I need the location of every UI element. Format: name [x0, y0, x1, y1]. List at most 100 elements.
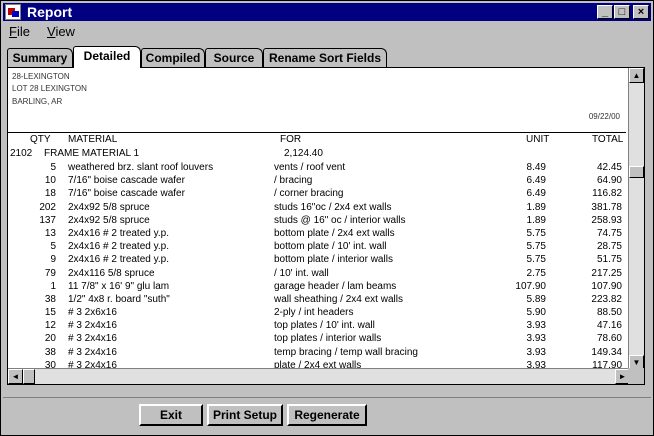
tab-rename-sort-fields[interactable]: Rename Sort Fields: [263, 48, 387, 67]
table-row: 38 # 3 2x4x16 temp bracing / temp wall bra…: [8, 347, 626, 360]
cell-unit: 107.90: [515, 280, 546, 292]
cell-material: # 3 2x4x16: [68, 346, 117, 358]
cell-total: 47.16: [596, 320, 622, 332]
cell-material: weathered brz. slant roof louvers: [68, 162, 214, 173]
cell-material: 2x4x16 # 2 treated y.p.: [68, 241, 169, 253]
cell-qty: 137: [39, 214, 56, 226]
cell-for: temp bracing / temp wall bracing: [274, 346, 418, 358]
table-row: 15 # 3 2x6x16 2-ply / int headers 5.90 88.50: [8, 307, 626, 320]
cell-material: 2x4x92 5/8 spruce: [68, 214, 150, 226]
menu-bar: File View: [3, 22, 651, 40]
cell-for: / corner bracing: [274, 188, 344, 200]
cell-total: 64.90: [596, 175, 622, 187]
tab-summary[interactable]: Summary: [7, 48, 73, 67]
scroll-left-icon[interactable]: ◄: [8, 369, 23, 384]
cell-for: bottom plate / 10' int. wall: [274, 241, 387, 253]
menu-view[interactable]: View: [47, 24, 75, 39]
section-amount: 2,124.40: [284, 148, 323, 159]
report-panel: 28-LEXINGTON LOT 28 LEXINGTON BARLING, A…: [7, 67, 645, 385]
cell-for: garage header / lam beams: [274, 280, 397, 292]
close-button[interactable]: ×: [633, 5, 649, 19]
regenerate-button[interactable]: Regenerate: [287, 404, 367, 426]
button-bar: Exit Print Setup Regenerate: [3, 397, 651, 432]
horizontal-scrollbar[interactable]: ◄ ►: [8, 368, 630, 384]
cell-unit: 3.93: [526, 346, 546, 358]
print-setup-button[interactable]: Print Setup: [207, 404, 283, 426]
cell-qty: 15: [44, 307, 56, 319]
cell-unit: 8.49: [526, 162, 546, 173]
cell-qty: 1: [50, 280, 56, 292]
header-divider: [8, 132, 626, 133]
cell-material: 2x4x16 # 2 treated y.p.: [68, 227, 169, 239]
cell-total: 28.75: [596, 241, 622, 253]
vertical-scroll-thumb[interactable]: [629, 166, 644, 178]
cell-material: # 3 2x4x16: [68, 333, 117, 345]
minimize-button[interactable]: _: [597, 5, 613, 19]
cell-qty: 202: [39, 201, 56, 213]
cell-qty: 20: [44, 333, 56, 345]
cell-for: / bracing: [274, 175, 313, 187]
col-total: TOTAL: [592, 134, 624, 145]
window-title: Report: [27, 4, 73, 20]
table-row: 202 2x4x92 5/8 spruce studs 16"oc / 2x4 ex…: [8, 202, 626, 215]
cell-unit: 1.89: [526, 201, 546, 213]
header-line-1: 28-LEXINGTON: [12, 72, 70, 81]
cell-total: 258.93: [591, 214, 622, 226]
cell-for: bottom plate / interior walls: [274, 254, 393, 266]
cell-for: top plates / interior walls: [274, 333, 382, 345]
cell-qty: 5: [50, 241, 56, 253]
maximize-button[interactable]: □: [614, 5, 630, 19]
cell-total: 149.34: [591, 346, 622, 358]
cell-material: 7/16" boise cascade wafer: [68, 188, 185, 200]
cell-material: 7/16" boise cascade wafer: [68, 175, 185, 187]
table-row: 38 1/2" 4x8 r. board "suth" wall sheathing…: [8, 294, 626, 307]
table-row: 12 # 3 2x4x16 top plates / 10' int. wall 3.…: [8, 320, 626, 333]
cell-for: 2-ply / int headers: [274, 307, 354, 319]
cell-unit: 3.93: [526, 333, 546, 345]
cell-total: 88.50: [596, 307, 622, 319]
header-line-3: BARLING, AR: [12, 97, 63, 106]
cell-qty: 38: [44, 346, 56, 358]
table-row: 5 2x4x16 # 2 treated y.p. bottom plate / 1…: [8, 241, 626, 254]
table-row: 137 2x4x92 5/8 spruce studs @ 16" oc / int…: [8, 215, 626, 228]
title-bar[interactable]: Report _ □ ×: [3, 3, 651, 21]
report-rows: 5 weathered brz. slant roof louvers vents …: [8, 162, 626, 373]
cell-qty: 13: [44, 227, 56, 239]
cell-total: 42.45: [596, 162, 622, 173]
cell-for: / 10' int. wall: [274, 267, 329, 279]
cell-total: 217.25: [591, 267, 622, 279]
cell-unit: 5.90: [526, 307, 546, 319]
tab-compiled[interactable]: Compiled: [141, 48, 205, 67]
tab-detailed[interactable]: Detailed: [73, 46, 141, 68]
cell-total: 107.90: [591, 280, 622, 292]
cell-for: studs 16"oc / 2x4 ext walls: [274, 201, 392, 213]
exit-button[interactable]: Exit: [139, 404, 203, 426]
cell-qty: 18: [44, 188, 56, 200]
menu-file[interactable]: File: [9, 24, 30, 39]
cell-unit: 2.75: [526, 267, 546, 279]
cell-material: 11 7/8" x 16' 9" glu lam: [68, 280, 170, 292]
vertical-scrollbar[interactable]: ▲ ▼: [628, 68, 644, 370]
tab-source[interactable]: Source: [205, 48, 263, 67]
scroll-up-icon[interactable]: ▲: [629, 68, 644, 83]
cell-qty: 9: [50, 254, 56, 266]
cell-qty: 38: [44, 293, 56, 305]
cell-total: 51.75: [596, 254, 622, 266]
cell-for: studs @ 16" oc / interior walls: [274, 214, 406, 226]
cell-unit: 5.89: [526, 293, 546, 305]
horizontal-scroll-thumb[interactable]: [23, 369, 35, 384]
report-window: Report _ □ × File View Summary Detailed …: [0, 0, 654, 436]
app-icon[interactable]: [5, 4, 21, 20]
cell-qty: 5: [50, 162, 56, 173]
cell-qty: 12: [44, 320, 56, 332]
section-name: FRAME MATERIAL 1: [44, 148, 140, 159]
cell-material: # 3 2x4x16: [68, 320, 117, 332]
cell-unit: 1.89: [526, 214, 546, 226]
cell-material: 2x4x92 5/8 spruce: [68, 201, 150, 213]
col-qty: QTY: [30, 134, 51, 145]
cell-material: 2x4x16 # 2 treated y.p.: [68, 254, 169, 266]
section-code: 2102: [10, 148, 33, 159]
cell-material: 2x4x116 5/8 spruce: [68, 267, 155, 279]
cell-total: 223.82: [591, 293, 622, 305]
cell-unit: 6.49: [526, 175, 546, 187]
